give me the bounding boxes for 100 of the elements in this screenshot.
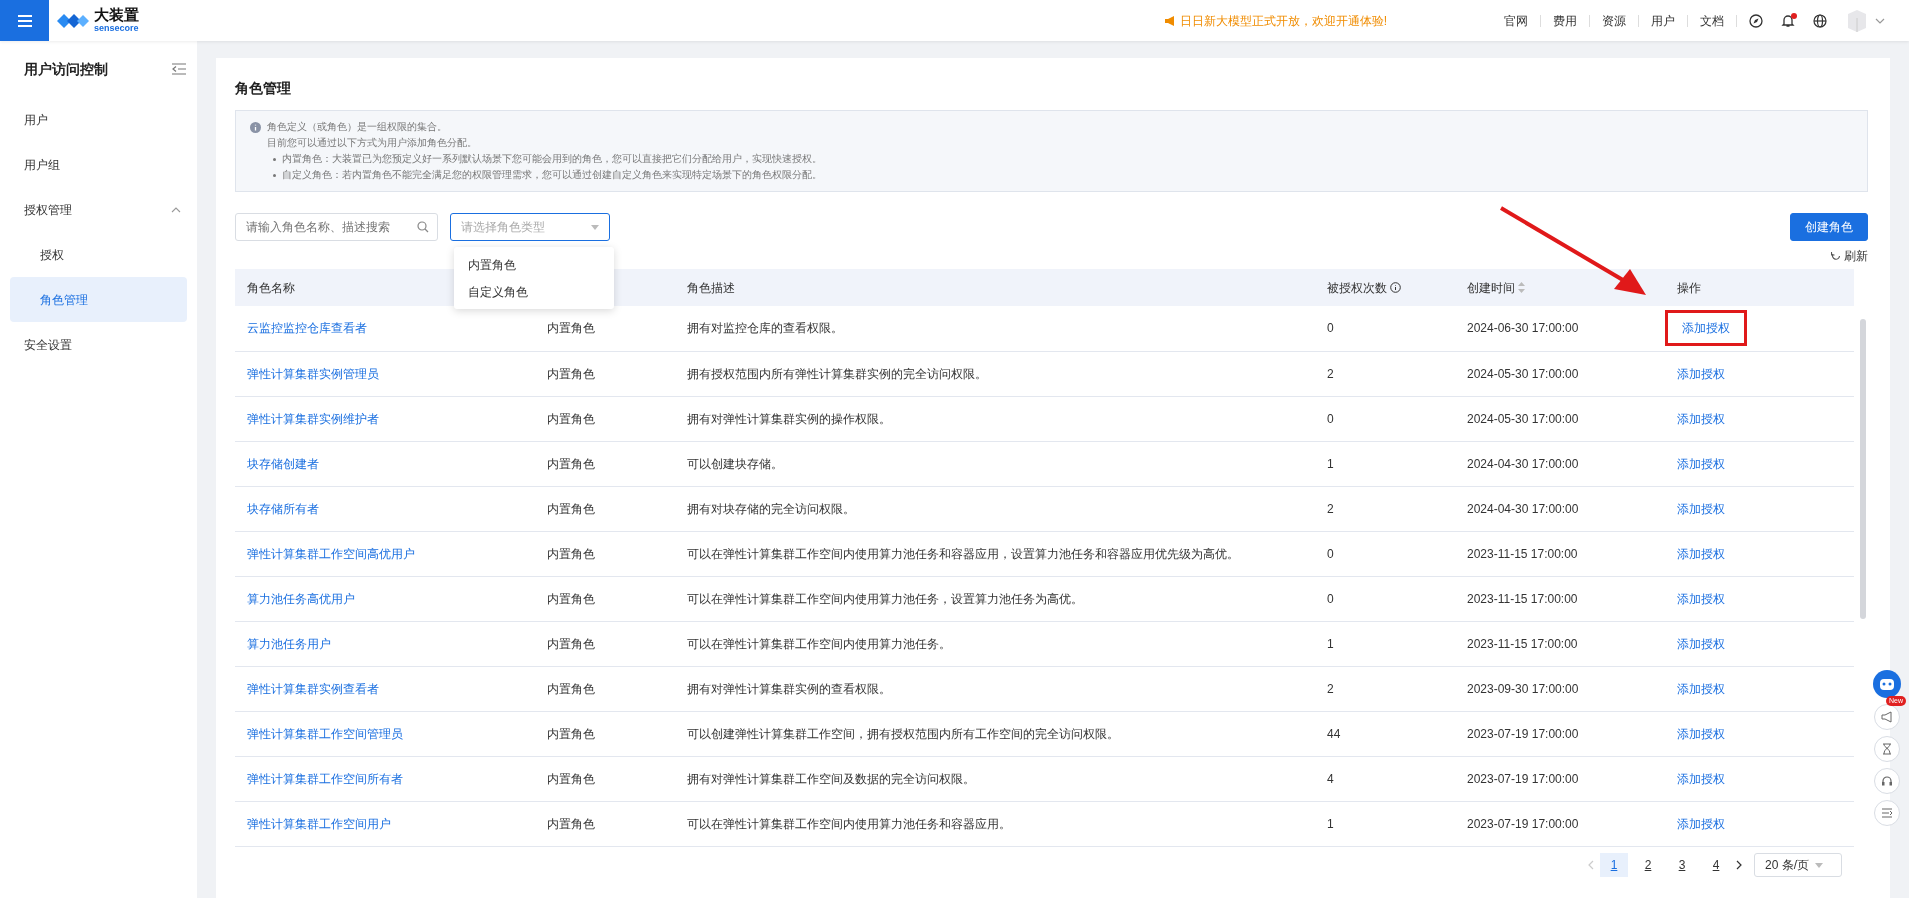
add-grant-link[interactable]: 添加授权	[1677, 501, 1725, 516]
add-grant-link[interactable]: 添加授权	[1677, 726, 1725, 741]
caret-down-icon[interactable]	[1875, 17, 1885, 24]
created-time: 2024-05-30 17:00:00	[1467, 411, 1579, 426]
grant-count: 1	[1327, 456, 1334, 471]
search-field[interactable]: 请输入角色名称、描述搜索	[235, 213, 438, 241]
info-icon	[1390, 282, 1401, 293]
nav-link[interactable]: 用户	[1639, 14, 1688, 27]
nav-link[interactable]: 官网	[1492, 14, 1541, 27]
add-grant-link[interactable]: 添加授权	[1677, 456, 1725, 471]
role-description: 拥有对弹性计算集群实例的操作权限。	[687, 411, 891, 426]
collapse-sidebar-icon[interactable]	[171, 63, 187, 75]
role-name-link[interactable]: 算力池任务高优用户	[247, 591, 355, 606]
role-name-link[interactable]: 块存储创建者	[247, 456, 319, 471]
created-time: 2023-07-19 17:00:00	[1467, 771, 1579, 786]
hourglass-icon	[1881, 743, 1893, 755]
created-time: 2024-04-30 17:00:00	[1467, 456, 1579, 471]
add-grant-link[interactable]: 添加授权	[1677, 636, 1725, 651]
sidebar-item[interactable]: 授权	[0, 232, 197, 277]
add-grant-link[interactable]: 添加授权	[1677, 816, 1725, 831]
role-name-link[interactable]: 块存储所有者	[247, 501, 319, 516]
sidebar-item[interactable]: 授权管理	[0, 187, 96, 232]
nav-link[interactable]: 文档	[1688, 14, 1737, 27]
role-description: 拥有对监控仓库的查看权限。	[687, 321, 843, 336]
refresh-icon	[1831, 251, 1841, 261]
role-description: 可以在弹性计算集群工作空间内使用算力池任务，设置算力池任务为高优。	[687, 591, 1083, 606]
created-time: 2023-07-19 17:00:00	[1467, 816, 1579, 831]
role-type: 内置角色	[547, 771, 595, 786]
created-time: 2023-09-30 17:00:00	[1467, 681, 1579, 696]
role-name-link[interactable]: 云监控监控仓库查看者	[247, 321, 367, 336]
chevron-up-icon[interactable]	[171, 206, 181, 213]
role-type: 内置角色	[547, 546, 595, 561]
globe-icon[interactable]	[1813, 13, 1827, 28]
create-role-button[interactable]: 创建角色	[1790, 213, 1868, 241]
add-grant-link[interactable]: 添加授权	[1677, 771, 1725, 786]
search-icon	[417, 221, 429, 233]
page-button[interactable]: 4	[1702, 853, 1730, 877]
headset-icon	[1881, 775, 1893, 787]
info-icon	[250, 122, 261, 133]
nav-link[interactable]: 费用	[1541, 14, 1590, 27]
role-name-link[interactable]: 弹性计算集群实例查看者	[247, 681, 379, 696]
info-text: 目前您可以通过以下方式为用户添加角色分配。	[267, 136, 478, 150]
page-button[interactable]: 1	[1600, 853, 1628, 877]
collapse-icon	[1881, 807, 1893, 819]
page-button[interactable]: 2	[1634, 853, 1662, 877]
sidebar-item[interactable]: 安全设置	[0, 322, 197, 367]
role-name-link[interactable]: 弹性计算集群实例管理员	[247, 366, 379, 381]
role-description: 可以创建块存储。	[687, 456, 783, 471]
add-grant-link[interactable]: 添加授权	[1677, 366, 1725, 381]
sidebar-item[interactable]: 角色管理	[10, 277, 187, 322]
page-size-select[interactable]: 20 条/页	[1754, 853, 1842, 877]
add-grant-link[interactable]: 添加授权	[1677, 546, 1725, 561]
nav-link[interactable]: 资源	[1590, 14, 1639, 27]
role-name-link[interactable]: 弹性计算集群工作空间高优用户	[247, 546, 415, 561]
created-time: 2023-11-15 17:00:00	[1467, 636, 1578, 651]
bullet-dot-icon	[273, 157, 276, 161]
dropdown-option[interactable]: 内置角色	[454, 251, 614, 278]
role-description: 拥有对弹性计算集群实例的查看权限。	[687, 681, 891, 696]
megaphone-icon	[1881, 711, 1893, 723]
grant-count: 2	[1327, 501, 1334, 516]
robot-icon[interactable]	[1873, 670, 1901, 698]
role-type: 内置角色	[547, 501, 595, 516]
created-time: 2023-11-15 17:00:00	[1467, 546, 1578, 561]
megaphone-icon	[1163, 14, 1177, 27]
brand-subtitle: sensecore	[94, 22, 139, 34]
role-type: 内置角色	[547, 591, 595, 606]
grant-count: 4	[1327, 771, 1334, 786]
announcement-text[interactable]: 日日新大模型正式开放，欢迎开通体验!	[1179, 11, 1387, 30]
add-grant-link[interactable]: 添加授权	[1677, 411, 1725, 426]
created-time: 2024-06-30 17:00:00	[1467, 321, 1579, 336]
created-time: 2024-05-30 17:00:00	[1467, 366, 1579, 381]
grant-count: 0	[1327, 321, 1334, 336]
compass-icon[interactable]	[1749, 13, 1763, 28]
role-description: 拥有对块存储的完全访问权限。	[687, 501, 855, 516]
sidebar-item[interactable]: 用户	[0, 97, 197, 142]
bullet-dot-icon	[273, 173, 276, 177]
sidebar-item[interactable]: 用户组	[0, 142, 197, 187]
next-page-icon[interactable]	[1736, 860, 1742, 870]
info-text: 角色定义（或角色）是一组权限的集合。	[267, 120, 448, 134]
menu-icon	[16, 13, 33, 28]
add-grant-link[interactable]: 添加授权	[1677, 591, 1725, 606]
created-time: 2023-07-19 17:00:00	[1467, 726, 1579, 741]
menu-button[interactable]	[0, 0, 49, 41]
role-type: 内置角色	[547, 726, 595, 741]
add-grant-link[interactable]: 添加授权	[1682, 321, 1730, 336]
sidebar-title: 用户访问控制	[24, 59, 108, 79]
refresh-link[interactable]: 刷新	[1831, 247, 1868, 265]
role-name-link[interactable]: 弹性计算集群工作空间管理员	[247, 726, 403, 741]
add-grant-link[interactable]: 添加授权	[1677, 681, 1725, 696]
column-header: 操作	[1677, 280, 1701, 295]
role-name-link[interactable]: 弹性计算集群工作空间所有者	[247, 771, 403, 786]
dropdown-option[interactable]: 自定义角色	[454, 278, 614, 305]
bell-icon[interactable]	[1781, 13, 1795, 28]
column-header: 角色描述	[687, 280, 735, 295]
role-name-link[interactable]: 弹性计算集群实例维护者	[247, 411, 379, 426]
grant-count: 0	[1327, 411, 1334, 426]
role-name-link[interactable]: 算力池任务用户	[247, 636, 331, 651]
page-button[interactable]: 3	[1668, 853, 1696, 877]
role-name-link[interactable]: 弹性计算集群工作空间用户	[247, 816, 391, 831]
role-type: 内置角色	[547, 681, 595, 696]
